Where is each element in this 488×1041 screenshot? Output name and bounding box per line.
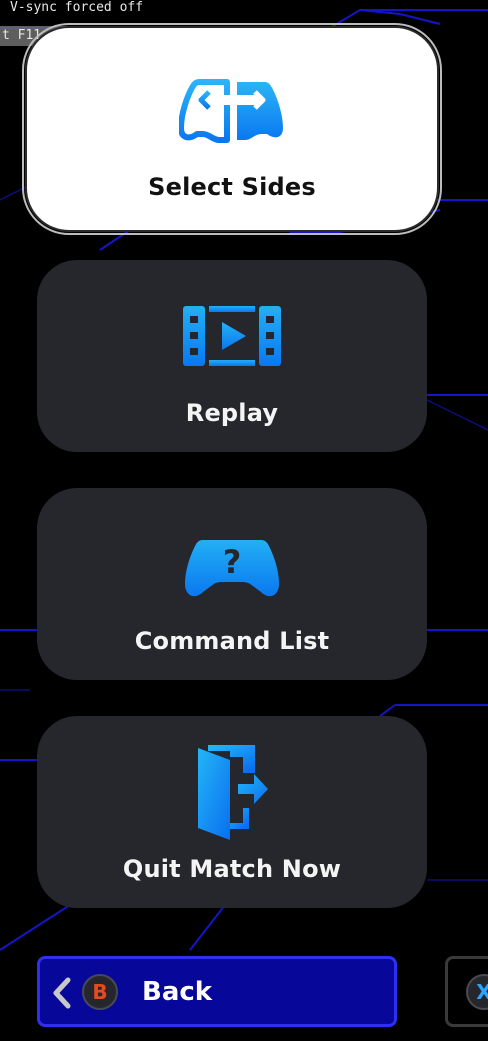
pause-menu-screen: V-sync forced off t F11 for frame captur… bbox=[0, 0, 488, 1041]
chevron-left-icon bbox=[53, 977, 71, 1009]
svg-text:?: ? bbox=[223, 543, 242, 581]
vsync-debug-text: V-sync forced off bbox=[10, 0, 144, 15]
gamepad-question-icon: ? bbox=[185, 540, 279, 597]
gamepad-swap-icon bbox=[179, 79, 283, 143]
menu-item-quit-match[interactable]: Quit Match Now bbox=[37, 716, 427, 908]
x-action-button[interactable]: X bbox=[445, 956, 488, 1027]
menu-item-replay[interactable]: Replay bbox=[37, 260, 427, 452]
back-button[interactable]: B Back bbox=[37, 956, 397, 1027]
exit-door-icon bbox=[198, 745, 268, 840]
x-button-icon: X bbox=[466, 974, 488, 1010]
b-button-icon: B bbox=[82, 974, 118, 1010]
menu-item-label: Quit Match Now bbox=[122, 855, 342, 883]
menu-item-select-sides[interactable]: Select Sides bbox=[22, 23, 442, 235]
menu-item-command-list[interactable]: ? Command List bbox=[37, 488, 427, 680]
menu-item-label: Replay bbox=[185, 399, 279, 427]
back-label: Back bbox=[142, 977, 213, 1007]
menu-item-label: Select Sides bbox=[148, 173, 316, 201]
menu-item-label: Command List bbox=[134, 627, 330, 655]
film-play-icon bbox=[183, 306, 281, 366]
